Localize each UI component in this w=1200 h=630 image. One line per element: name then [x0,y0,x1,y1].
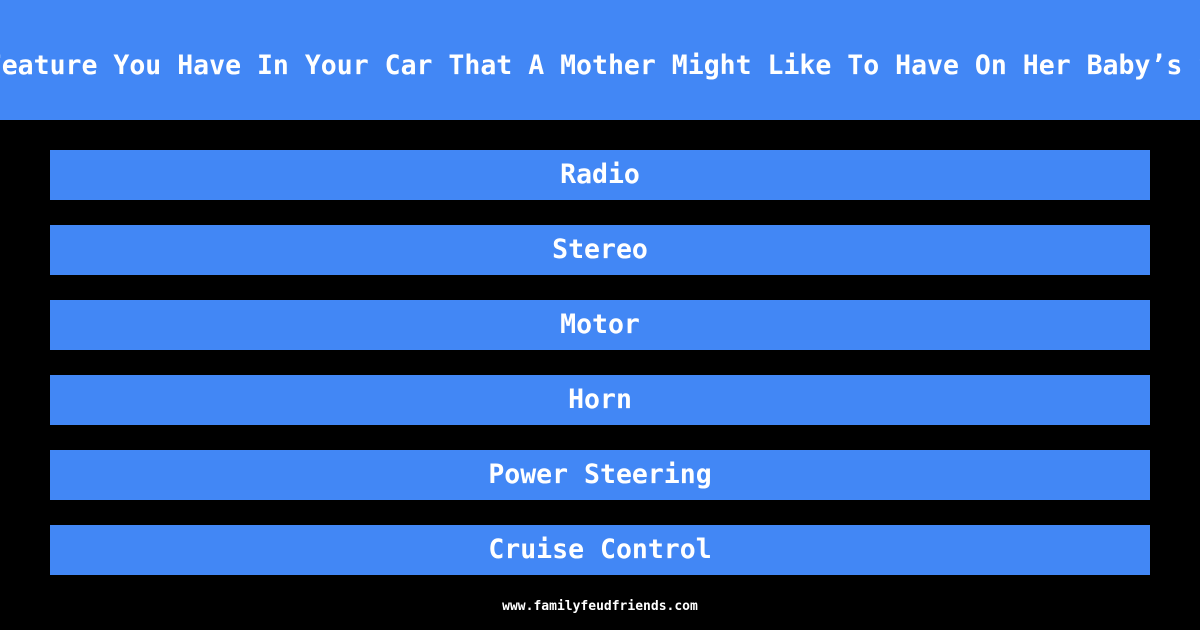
answer-list: Radio Stereo Motor Horn Power Steering C… [50,150,1150,600]
site-url: www.familyfeudfriends.com [502,599,698,614]
question-header: Name A Feature You Have In Your Car That… [0,0,1200,120]
answer-item: Power Steering [50,450,1150,500]
answer-item: Motor [50,300,1150,350]
question-title: Name A Feature You Have In Your Car That… [0,50,1200,81]
answer-item: Horn [50,375,1150,425]
answer-item: Radio [50,150,1150,200]
answer-item: Cruise Control [50,525,1150,575]
answer-item: Stereo [50,225,1150,275]
